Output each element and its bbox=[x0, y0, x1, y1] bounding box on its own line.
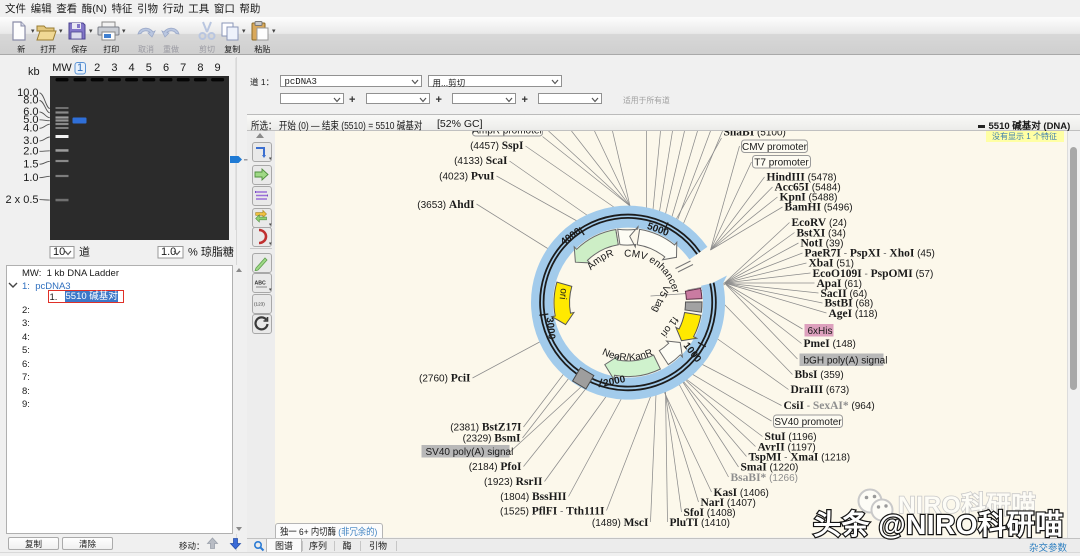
svg-text:头条 @NIRO科研喵: 头条 @NIRO科研喵 bbox=[813, 509, 1064, 540]
